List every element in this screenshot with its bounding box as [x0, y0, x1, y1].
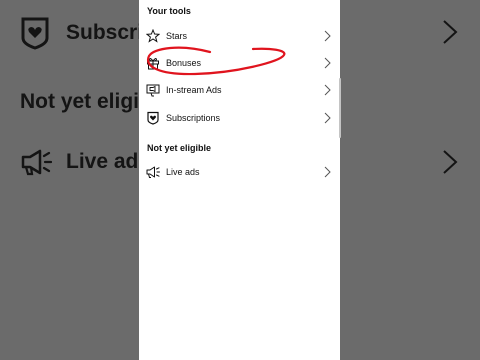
chevron-right-icon	[324, 30, 331, 41]
tool-label: Bonuses	[166, 57, 202, 68]
chevron-right-icon	[324, 57, 331, 68]
megaphone-icon	[21, 149, 52, 176]
tool-label: In-stream Ads	[166, 84, 222, 95]
not-eligible-heading: Not yet eligible	[147, 143, 212, 153]
chevron-right-icon	[443, 20, 458, 44]
tool-label: Stars	[166, 30, 188, 41]
tool-item-in-stream-ads[interactable]: In-stream Ads	[139, 76, 340, 103]
chevron-right-icon	[324, 112, 331, 123]
tool-item-stars[interactable]: Stars	[139, 22, 340, 49]
bg-live-ads-row: Live ads	[20, 148, 150, 176]
in-stream-ads-icon	[146, 83, 160, 97]
your-tools-heading: Your tools	[147, 6, 191, 16]
stars-icon	[146, 28, 160, 43]
chevron-right-icon	[324, 84, 331, 95]
tool-label: Live ads	[166, 166, 200, 177]
tools-panel: Your tools Stars Bonuses In-stream Ads S…	[139, 0, 340, 360]
tool-item-subscriptions[interactable]: Subscriptions	[139, 104, 340, 131]
tool-item-live-ads[interactable]: Live ads	[139, 158, 340, 185]
subscriptions-heart-icon	[21, 17, 49, 50]
gift-icon	[146, 56, 160, 70]
scrollbar[interactable]	[339, 78, 341, 138]
chevron-right-icon	[443, 150, 458, 174]
bg-live-ads-label: Live ads	[66, 150, 151, 173]
megaphone-icon	[146, 165, 160, 179]
tool-label: Subscriptions	[166, 112, 221, 123]
subscriptions-icon	[146, 111, 160, 125]
chevron-right-icon	[324, 166, 331, 177]
tool-item-bonuses[interactable]: Bonuses	[139, 49, 340, 76]
